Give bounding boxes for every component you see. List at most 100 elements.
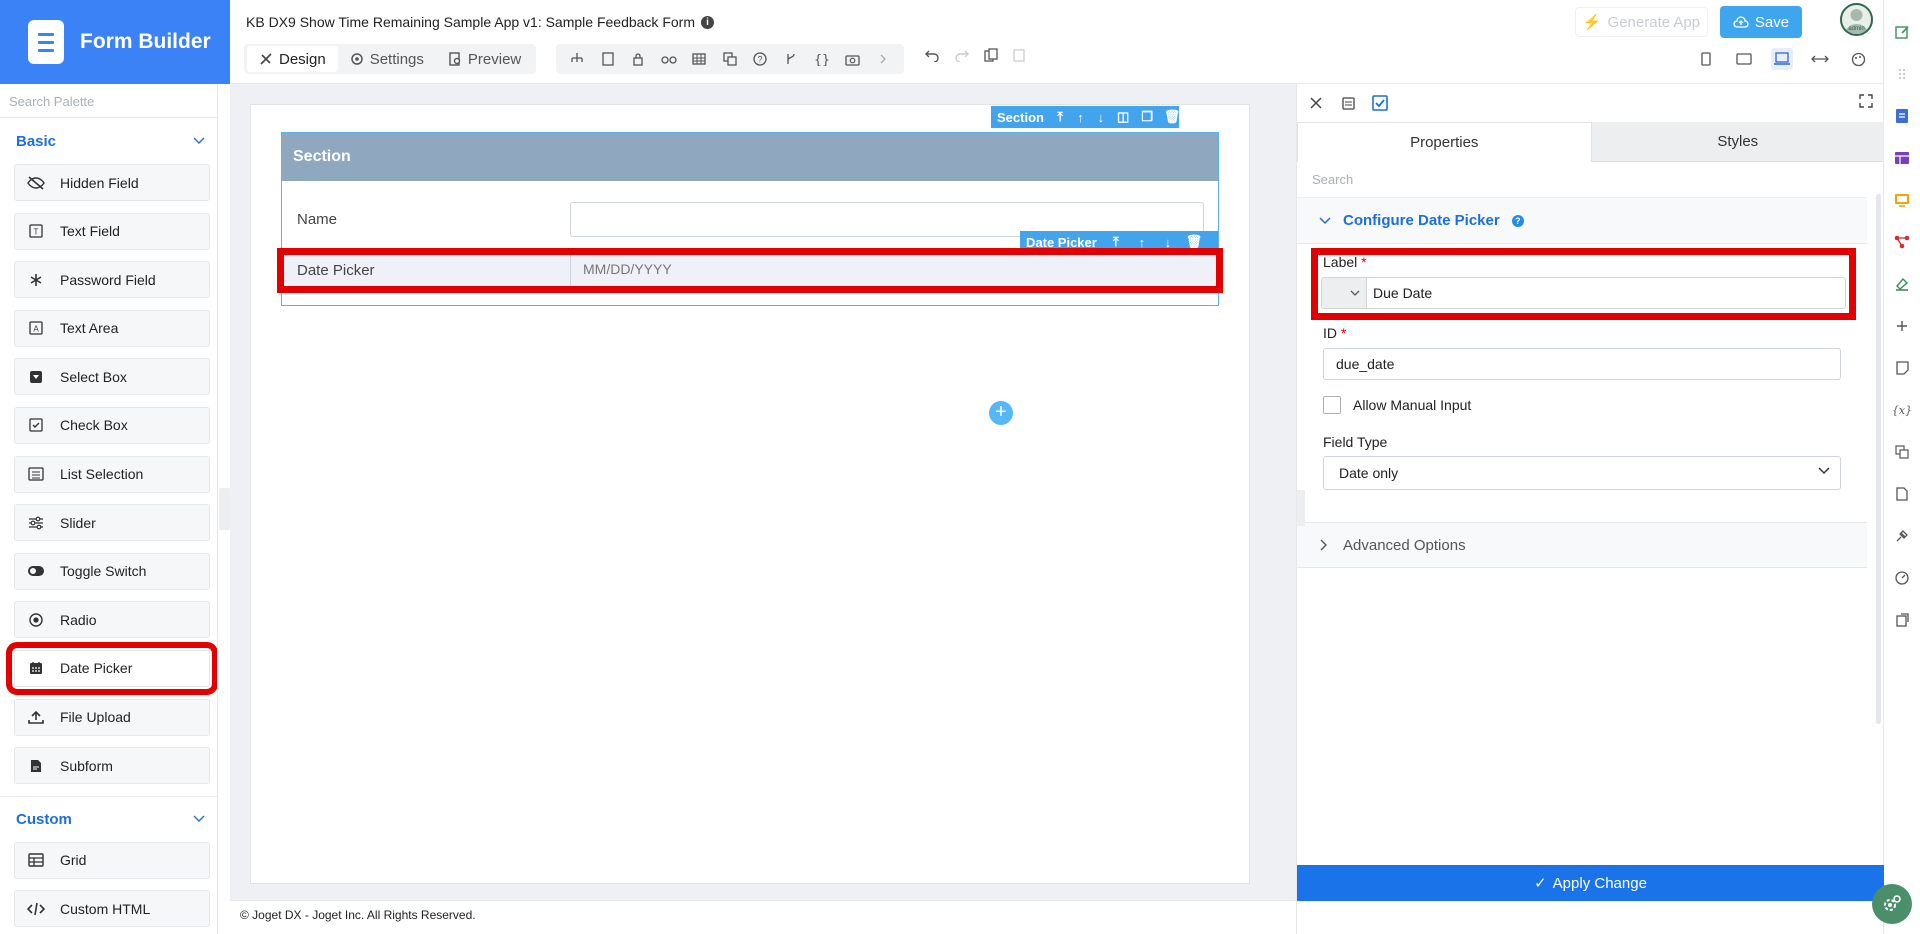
palette-item-text-area[interactable]: A Text Area: [14, 309, 210, 347]
braces-icon[interactable]: {}: [813, 50, 831, 68]
process-icon[interactable]: [1892, 232, 1912, 252]
i18n-icon[interactable]: [1892, 442, 1912, 462]
settings-fab[interactable]: [1872, 884, 1912, 924]
help-icon[interactable]: ?: [751, 50, 769, 68]
allow-manual-input-checkbox[interactable]: [1323, 396, 1341, 414]
variable-icon[interactable]: {x}: [1892, 400, 1912, 420]
arrow-up-icon[interactable]: ↑: [1076, 110, 1084, 125]
trash-icon[interactable]: 🗑: [1186, 234, 1203, 249]
palette-item-select-box[interactable]: Select Box: [14, 358, 210, 396]
advanced-options-header[interactable]: Advanced Options: [1297, 522, 1867, 568]
branch-icon[interactable]: [782, 50, 800, 68]
palette-item-grid[interactable]: Grid: [14, 841, 210, 879]
palette-item-toggle-switch[interactable]: Toggle Switch: [14, 552, 210, 590]
tab-settings[interactable]: Settings: [338, 46, 436, 72]
palette-item-file-upload[interactable]: File Upload: [14, 698, 210, 736]
generate-app-button[interactable]: ⚡ Generate App: [1575, 7, 1708, 37]
close-icon[interactable]: [1307, 94, 1325, 112]
apply-change-button[interactable]: ✓ Apply Change: [1297, 865, 1884, 901]
palette-item-radio[interactable]: Radio: [14, 601, 210, 639]
chevron-right-icon[interactable]: [874, 50, 892, 68]
performance-icon[interactable]: [1892, 568, 1912, 588]
redo-icon[interactable]: [954, 48, 970, 62]
camera-icon[interactable]: [843, 50, 861, 68]
userview-icon[interactable]: [1892, 190, 1912, 210]
user-avatar-icon: admin: [1845, 9, 1868, 34]
columns-icon[interactable]: ◫: [1117, 109, 1129, 124]
tablet-icon[interactable]: [1733, 48, 1755, 70]
laptop-icon[interactable]: [1771, 48, 1793, 70]
drag-handle-icon[interactable]: [1892, 64, 1912, 84]
field-label-name: Name: [297, 211, 338, 228]
properties-scrollbar[interactable]: [1876, 194, 1881, 724]
category-custom[interactable]: Custom: [0, 795, 217, 842]
properties-search-input[interactable]: Search: [1297, 162, 1867, 198]
label-input[interactable]: Due Date: [1321, 277, 1846, 309]
category-basic[interactable]: Basic: [0, 118, 217, 164]
copy-icon[interactable]: [984, 48, 998, 62]
id-input[interactable]: due_date: [1323, 348, 1841, 380]
date-picker-input[interactable]: MM/DD/YYYY: [570, 255, 1206, 286]
tab-styles[interactable]: Styles: [1591, 122, 1884, 162]
palette-item-text-field[interactable]: T Text Field: [14, 212, 210, 250]
arrow-down-icon[interactable]: ↓: [1097, 110, 1105, 125]
palette-item-custom-html[interactable]: Custom HTML: [14, 890, 210, 928]
file-icon[interactable]: [1892, 484, 1912, 504]
avatar[interactable]: admin: [1840, 3, 1873, 36]
field-type-select[interactable]: Date only: [1323, 456, 1841, 490]
lock-icon[interactable]: [629, 50, 647, 68]
palette-item-date-picker[interactable]: Date Picker: [6, 641, 217, 695]
palette-item-label: Radio: [60, 611, 97, 628]
help-icon[interactable]: ?: [1511, 214, 1524, 227]
palette-search-input[interactable]: Search Palette: [0, 84, 217, 118]
copy-section-icon[interactable]: ❐: [1141, 109, 1153, 124]
trash-icon[interactable]: 🗑: [1164, 109, 1181, 124]
language-selector[interactable]: [1322, 278, 1367, 308]
app-logo[interactable]: Form Builder: [0, 0, 230, 84]
tab-preview[interactable]: Preview: [436, 46, 533, 72]
add-field-button[interactable]: +: [989, 401, 1013, 425]
field-row-date-picker[interactable]: Date Picker MM/DD/YYYY: [277, 248, 1223, 293]
paste-icon[interactable]: [1012, 48, 1026, 62]
theme-icon[interactable]: [1892, 274, 1912, 294]
move-top-icon[interactable]: ⤒: [1109, 234, 1123, 249]
palette-item-list-selection[interactable]: List Selection: [14, 455, 210, 493]
note-icon[interactable]: [1892, 358, 1912, 378]
palette-item-subform[interactable]: Subform: [14, 747, 210, 785]
move-top-icon[interactable]: ⤒: [1056, 109, 1064, 124]
properties-resize-handle[interactable]: [1297, 490, 1305, 526]
palette-collapse-handle[interactable]: [219, 488, 230, 530]
svg-text:T: T: [34, 228, 39, 237]
info-icon[interactable]: i: [700, 15, 714, 29]
arrow-up-icon[interactable]: ↑: [1135, 235, 1149, 250]
component-icon[interactable]: [1339, 94, 1357, 112]
palette-item-password-field[interactable]: Password Field: [14, 261, 210, 299]
field-toolbar: Date Picker ⤒ ↑ ↓ 🗑: [1020, 231, 1218, 253]
arrow-down-icon[interactable]: ↓: [1161, 235, 1175, 250]
table-icon[interactable]: [690, 50, 708, 68]
expand-icon[interactable]: [1859, 94, 1873, 108]
undo-icon[interactable]: [924, 48, 940, 62]
datalist-icon[interactable]: [1892, 148, 1912, 168]
form-icon[interactable]: [1892, 106, 1912, 126]
export-icon[interactable]: [1892, 610, 1912, 630]
plus-icon[interactable]: [1892, 316, 1912, 336]
glasses-icon[interactable]: [660, 50, 678, 68]
translate-icon[interactable]: [721, 50, 739, 68]
save-button[interactable]: Save: [1720, 6, 1802, 38]
form-section[interactable]: Section Name Date Picker ⤒ ↑ ↓ 🗑 Date Pi…: [277, 132, 1223, 306]
tab-design[interactable]: Design: [247, 46, 338, 72]
tree-icon[interactable]: [568, 50, 586, 68]
configure-section-header[interactable]: Configure Date Picker ?: [1297, 198, 1867, 244]
checkbox-checked-icon[interactable]: [1371, 94, 1389, 112]
permission-icon[interactable]: [599, 50, 617, 68]
edit-icon[interactable]: [1892, 22, 1912, 42]
plugin-icon[interactable]: [1892, 526, 1912, 546]
palette-item-hidden-field[interactable]: Hidden Field: [14, 164, 210, 201]
full-width-icon[interactable]: [1809, 48, 1831, 70]
palette-item-slider[interactable]: Slider: [14, 504, 210, 542]
palette-item-check-box[interactable]: Check Box: [14, 406, 210, 444]
mobile-icon[interactable]: [1695, 48, 1717, 70]
tab-properties[interactable]: Properties: [1297, 122, 1592, 162]
palette-icon[interactable]: [1847, 48, 1869, 70]
